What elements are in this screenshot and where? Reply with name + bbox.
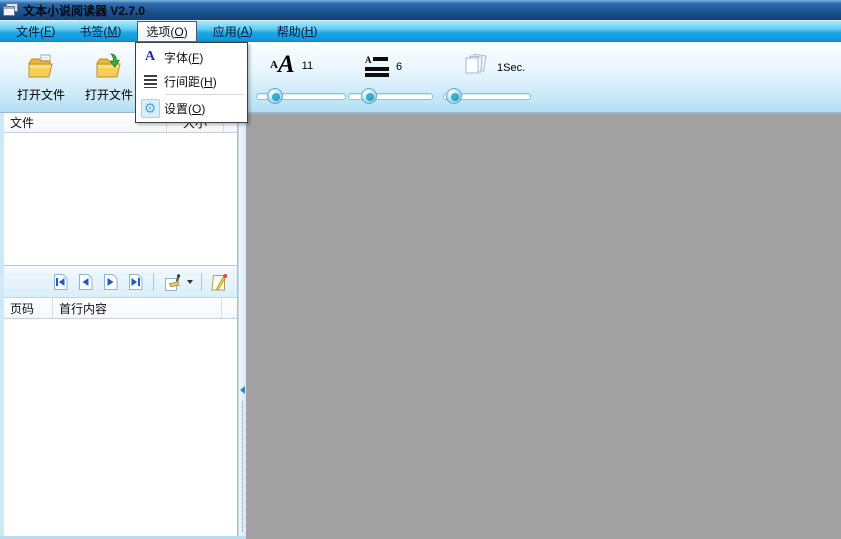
reading-area: [246, 114, 841, 539]
app-window: 文本小说阅读器 V2.7.0 文件(F) 书签(M) 选项(O) 应用(A) 帮助(H)…: [0, 0, 841, 539]
next-page-button[interactable]: [99, 270, 122, 294]
stacked-pages-icon: [462, 54, 490, 78]
menu-item-settings[interactable]: ⚙ 设置(O): [136, 96, 247, 120]
menubar-item-bookmark[interactable]: 书签(M): [71, 21, 129, 41]
window-title: 文本小说阅读器 V2.7.0: [23, 3, 146, 18]
prev-page-button[interactable]: [74, 270, 97, 294]
sidebar-panel: 文件 大小 页码 首行内容: [4, 113, 238, 536]
column-header-first-line[interactable]: 首行内容: [52, 298, 221, 318]
font-size-value: 11: [301, 60, 314, 72]
menubar-item-help[interactable]: 帮助(H): [269, 21, 326, 41]
column-header-spacer: [221, 298, 237, 318]
line-spacing-control: A 6: [365, 56, 402, 77]
first-page-button[interactable]: [49, 270, 72, 294]
dropdown-caret-icon: [187, 280, 193, 284]
open-file-label: 打开文件: [16, 88, 65, 102]
file-list[interactable]: [4, 133, 237, 266]
slider-thumb[interactable]: [360, 88, 377, 104]
next-page-icon: [101, 273, 120, 291]
font-size-control: AA 11: [270, 51, 314, 78]
edit-button[interactable]: [208, 270, 232, 294]
last-page-icon: [126, 273, 145, 291]
menu-item-font[interactable]: A 字体(F): [136, 45, 247, 69]
line-spacing-bars-icon: A: [365, 56, 389, 77]
first-page-icon: [51, 273, 70, 291]
prev-page-icon: [76, 273, 95, 291]
line-spacing-value: 6: [396, 61, 403, 73]
line-spacing-slider[interactable]: [348, 88, 433, 104]
open-file-label: 打开文件: [84, 88, 133, 102]
font-size-slider[interactable]: [256, 88, 346, 104]
toolbar-separator: [201, 273, 202, 291]
menubar: 文件(F) 书签(M) 选项(O) 应用(A) 帮助(H): [0, 20, 841, 42]
menubar-item-file[interactable]: 文件(F): [8, 21, 63, 41]
page-nav-toolbar: [4, 267, 237, 298]
panel-splitter[interactable]: [238, 113, 246, 536]
options-menu: A 字体(F) 行间距(H) ⚙ 设置(O): [135, 42, 248, 123]
toolbar-separator: [153, 273, 154, 291]
font-a-icon: A: [144, 49, 156, 64]
app-window-icon: [3, 3, 18, 17]
menubar-item-options[interactable]: 选项(O): [137, 21, 197, 41]
gear-icon: ⚙: [136, 98, 164, 118]
page-list[interactable]: [4, 319, 237, 536]
menu-item-line-spacing[interactable]: 行间距(H): [136, 69, 247, 93]
slider-thumb[interactable]: [445, 88, 462, 104]
slider-thumb[interactable]: [266, 88, 283, 104]
open-file-folder-icon: [8, 50, 74, 82]
font-size-icon: AA: [270, 51, 295, 78]
menubar-item-apply[interactable]: 应用(A): [205, 21, 261, 41]
open-file-button[interactable]: 打开文件: [8, 50, 74, 106]
column-header-page-number[interactable]: 页码: [4, 298, 52, 318]
page-list-header: 页码 首行内容: [4, 298, 237, 319]
last-page-button[interactable]: [124, 270, 147, 294]
menu-separator: [166, 94, 244, 95]
page-interval-control: 1Sec.: [462, 54, 525, 78]
splitter-grip[interactable]: [242, 401, 243, 532]
page-interval-value: 1Sec.: [497, 62, 526, 74]
line-spacing-icon: [136, 74, 164, 88]
page-interval-slider[interactable]: [443, 88, 531, 104]
main-toolbar: 打开文件 打开文件 AA 11 A 6 1Sec.: [0, 42, 841, 114]
titlebar: 文本小说阅读器 V2.7.0: [0, 0, 841, 20]
stamp-bookmark-button[interactable]: [160, 270, 195, 294]
stamp-icon: [162, 273, 184, 292]
collapse-arrow-icon[interactable]: [240, 386, 245, 394]
open-file-import-icon: [76, 50, 142, 82]
open-file-import-button[interactable]: 打开文件: [76, 50, 142, 106]
edit-pencil-icon: [210, 273, 230, 292]
